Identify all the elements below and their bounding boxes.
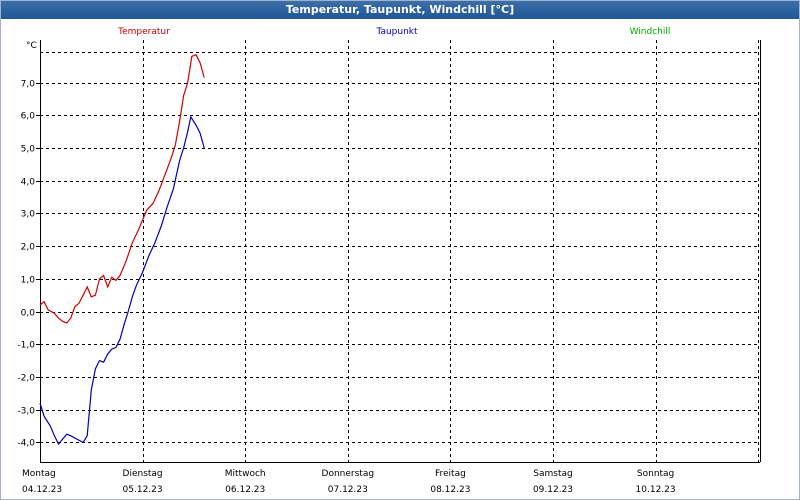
xtick-day: Mittwoch — [225, 469, 266, 479]
xtick-date: 10.12.23 — [636, 485, 676, 495]
ytick-label: 7,0 — [21, 80, 36, 90]
legend-windchill: Windchill — [630, 27, 671, 37]
xtick-date: 04.12.23 — [22, 485, 62, 495]
ytick-label: 5,0 — [21, 145, 36, 155]
xtick-day: Sonntag — [637, 469, 674, 479]
chart-labels: -4,0 -3,0 -2,0 -1,0 0,0 1,0 2,0 3,0 4,0 5,0 6,0 7,0… — [17, 41, 675, 495]
xtick-day: Freitag — [435, 469, 466, 479]
legend-temperatur: Temperatur — [117, 27, 170, 37]
xtick-date: 05.12.23 — [123, 485, 163, 495]
xtick-date: 06.12.23 — [225, 485, 265, 495]
ytick-label: 1,0 — [21, 276, 36, 286]
line-chart: -4,0 -3,0 -2,0 -1,0 0,0 1,0 2,0 3,0 4,0 5,0 6,0 7,0… — [17, 27, 761, 495]
ytick-label: -2,0 — [17, 374, 35, 384]
ytick-label: -3,0 — [17, 407, 35, 417]
ytick-label: 6,0 — [21, 112, 36, 122]
series-line-taupunkt — [39, 115, 205, 446]
ytick-label: 0,0 — [21, 309, 36, 319]
xtick-day: Dienstag — [123, 469, 163, 479]
chart-series — [39, 53, 205, 446]
xtick-date: 08.12.23 — [430, 485, 470, 495]
xtick-date: 09.12.23 — [533, 485, 573, 495]
ytick-label: 2,0 — [21, 243, 36, 253]
chart-axes — [36, 40, 761, 463]
series-line-temperatur — [39, 53, 205, 324]
xtick-day: Samstag — [533, 469, 572, 479]
xtick-day: Donnerstag — [322, 469, 375, 479]
ytick-label: 3,0 — [21, 210, 36, 220]
ytick-label: -1,0 — [17, 341, 35, 351]
y-axis-unit: °C — [26, 41, 37, 51]
ytick-label: -4,0 — [17, 439, 35, 449]
xtick-date: 07.12.23 — [328, 485, 368, 495]
chart-grid — [40, 40, 760, 462]
legend-taupunkt: Taupunkt — [375, 27, 418, 37]
xtick-day: Montag — [22, 469, 56, 479]
ytick-label: 4,0 — [21, 178, 36, 188]
chart-legend: Temperatur Taupunkt Windchill — [117, 27, 670, 37]
